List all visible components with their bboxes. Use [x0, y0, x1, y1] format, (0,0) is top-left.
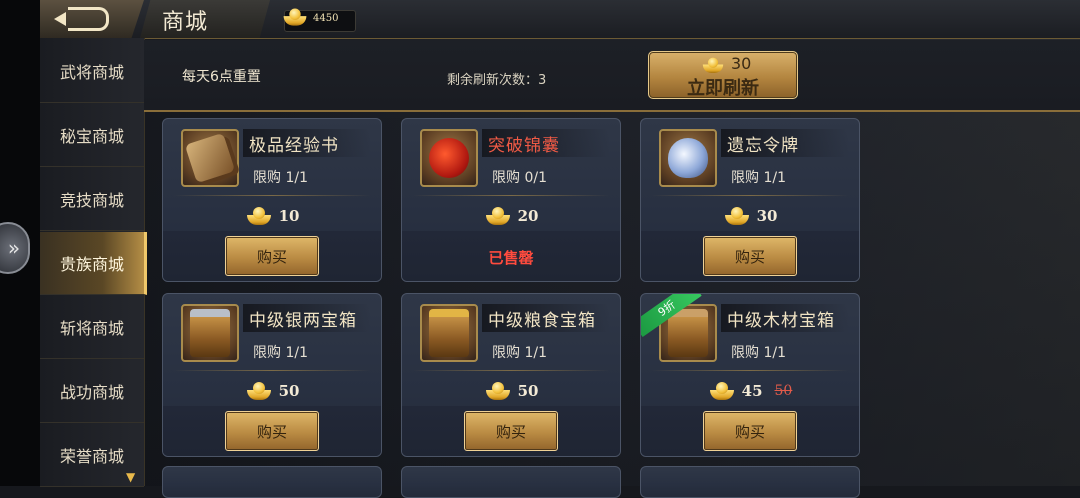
sidebar-item-merit-shop[interactable]: 战功商城 — [40, 360, 144, 423]
buy-button[interactable]: 购买 — [703, 411, 797, 451]
refresh-now-button[interactable]: 30 立即刷新 — [648, 51, 798, 99]
red-pouch-icon — [429, 138, 469, 178]
back-button[interactable] — [40, 0, 144, 38]
sidebar-item-slayer-shop[interactable]: 斩将商城 — [40, 296, 144, 359]
price-row: 10 — [163, 203, 381, 229]
food-chest-icon — [429, 309, 469, 357]
item-price: 50 — [517, 382, 539, 400]
wood-chest-icon — [668, 309, 708, 357]
gold-ingot-icon — [245, 205, 273, 227]
sidebar-item-label: 荣誉商城 — [59, 447, 124, 466]
item-name: 突破锦囊 — [488, 136, 560, 156]
sidebar-item-general-shop[interactable]: 武将商城 — [40, 40, 144, 103]
item-name: 遗忘令牌 — [727, 136, 799, 156]
price-row: 45 50 — [641, 378, 859, 404]
price-row: 30 — [641, 203, 859, 229]
gold-ingot-icon — [708, 380, 736, 402]
sidebar-item-label: 斩将商城 — [59, 319, 124, 338]
item-name: 中级木材宝箱 — [727, 311, 835, 331]
exp-book-icon — [184, 132, 236, 184]
item-price: 50 — [278, 382, 300, 400]
gold-ingot-icon — [484, 380, 512, 402]
shop-item-card-partial — [401, 466, 621, 498]
purchase-limit: 限购 0/1 — [492, 170, 547, 186]
item-price: 30 — [756, 207, 778, 225]
buy-button[interactable]: 购买 — [225, 236, 319, 276]
purchase-limit: 限购 1/1 — [492, 345, 547, 361]
gold-amount: 4450 — [313, 13, 339, 24]
double-chevron-right-icon: » — [7, 236, 21, 260]
shop-item-card: 遗忘令牌 限购 1/1 30 购买 — [640, 118, 860, 282]
shop-item-card: 突破锦囊 限购 0/1 20 已售罄 — [401, 118, 621, 282]
purchase-limit: 限购 1/1 — [731, 170, 786, 186]
purchase-limit: 限购 1/1 — [253, 170, 308, 186]
token-icon — [668, 138, 708, 178]
gold-ingot-icon — [245, 380, 273, 402]
shop-info-bar — [144, 40, 1080, 112]
shop-item-card-partial — [162, 466, 382, 498]
refresh-remaining-text: 剩余刷新次数：3 — [447, 73, 547, 88]
item-price: 20 — [517, 207, 539, 225]
shop-item-card: 9折 中级木材宝箱 限购 1/1 45 50 购买 — [640, 293, 860, 457]
shop-item-card: 中级粮食宝箱 限购 1/1 50 购买 — [401, 293, 621, 457]
price-row: 50 — [402, 378, 620, 404]
sidebar-item-treasure-shop[interactable]: 秘宝商城 — [40, 104, 144, 167]
shop-item-card: 中级银两宝箱 限购 1/1 50 购买 — [162, 293, 382, 457]
buy-button[interactable]: 购买 — [703, 236, 797, 276]
gold-counter: 4450 — [282, 7, 356, 32]
item-price: 45 — [741, 382, 763, 400]
divider — [412, 195, 610, 196]
divider — [173, 370, 371, 371]
item-name: 中级粮食宝箱 — [488, 311, 596, 331]
original-price: 50 — [774, 383, 793, 399]
sold-out-label: 已售罄 — [488, 249, 534, 267]
sidebar-item-label: 竞技商城 — [59, 191, 124, 210]
purchase-limit: 限购 1/1 — [253, 345, 308, 361]
shop-item-card: 极品经验书 限购 1/1 10 购买 — [162, 118, 382, 282]
gold-ingot-icon — [282, 7, 309, 32]
sidebar-item-label: 秘宝商城 — [59, 127, 124, 146]
item-thumbnail[interactable] — [420, 129, 478, 187]
gold-ingot-icon — [484, 205, 512, 227]
divider — [651, 370, 849, 371]
reset-time-text: 每天6点重置 — [182, 69, 261, 85]
divider — [412, 370, 610, 371]
refresh-cost: 30 — [731, 54, 752, 73]
item-thumbnail[interactable] — [181, 129, 239, 187]
sidebar-item-label: 武将商城 — [59, 63, 124, 82]
scroll-down-arrow-icon[interactable]: ▼ — [126, 470, 135, 484]
refresh-button-label: 立即刷新 — [687, 78, 759, 99]
back-arrow-icon — [53, 7, 109, 31]
price-row: 20 — [402, 203, 620, 229]
page-title: 商城 — [162, 10, 209, 35]
buy-button[interactable]: 购买 — [225, 411, 319, 451]
shop-item-card-partial — [640, 466, 860, 498]
gold-ingot-icon — [723, 205, 751, 227]
sidebar-item-arena-shop[interactable]: 竞技商城 — [40, 168, 144, 231]
item-thumbnail[interactable] — [181, 304, 239, 362]
item-price: 10 — [278, 207, 300, 225]
item-name: 中级银两宝箱 — [249, 311, 357, 331]
sidebar-item-label: 战功商城 — [59, 383, 124, 402]
sidebar-item-label: 贵族商城 — [59, 255, 124, 274]
purchase-limit: 限购 1/1 — [731, 345, 786, 361]
divider — [651, 195, 849, 196]
buy-button[interactable]: 购买 — [464, 411, 558, 451]
divider — [173, 195, 371, 196]
silver-chest-icon — [190, 309, 230, 357]
price-row: 50 — [163, 378, 381, 404]
item-thumbnail[interactable] — [659, 129, 717, 187]
sidebar-item-noble-shop[interactable]: 贵族商城 — [40, 232, 147, 295]
item-name: 极品经验书 — [249, 136, 339, 156]
item-thumbnail[interactable] — [420, 304, 478, 362]
